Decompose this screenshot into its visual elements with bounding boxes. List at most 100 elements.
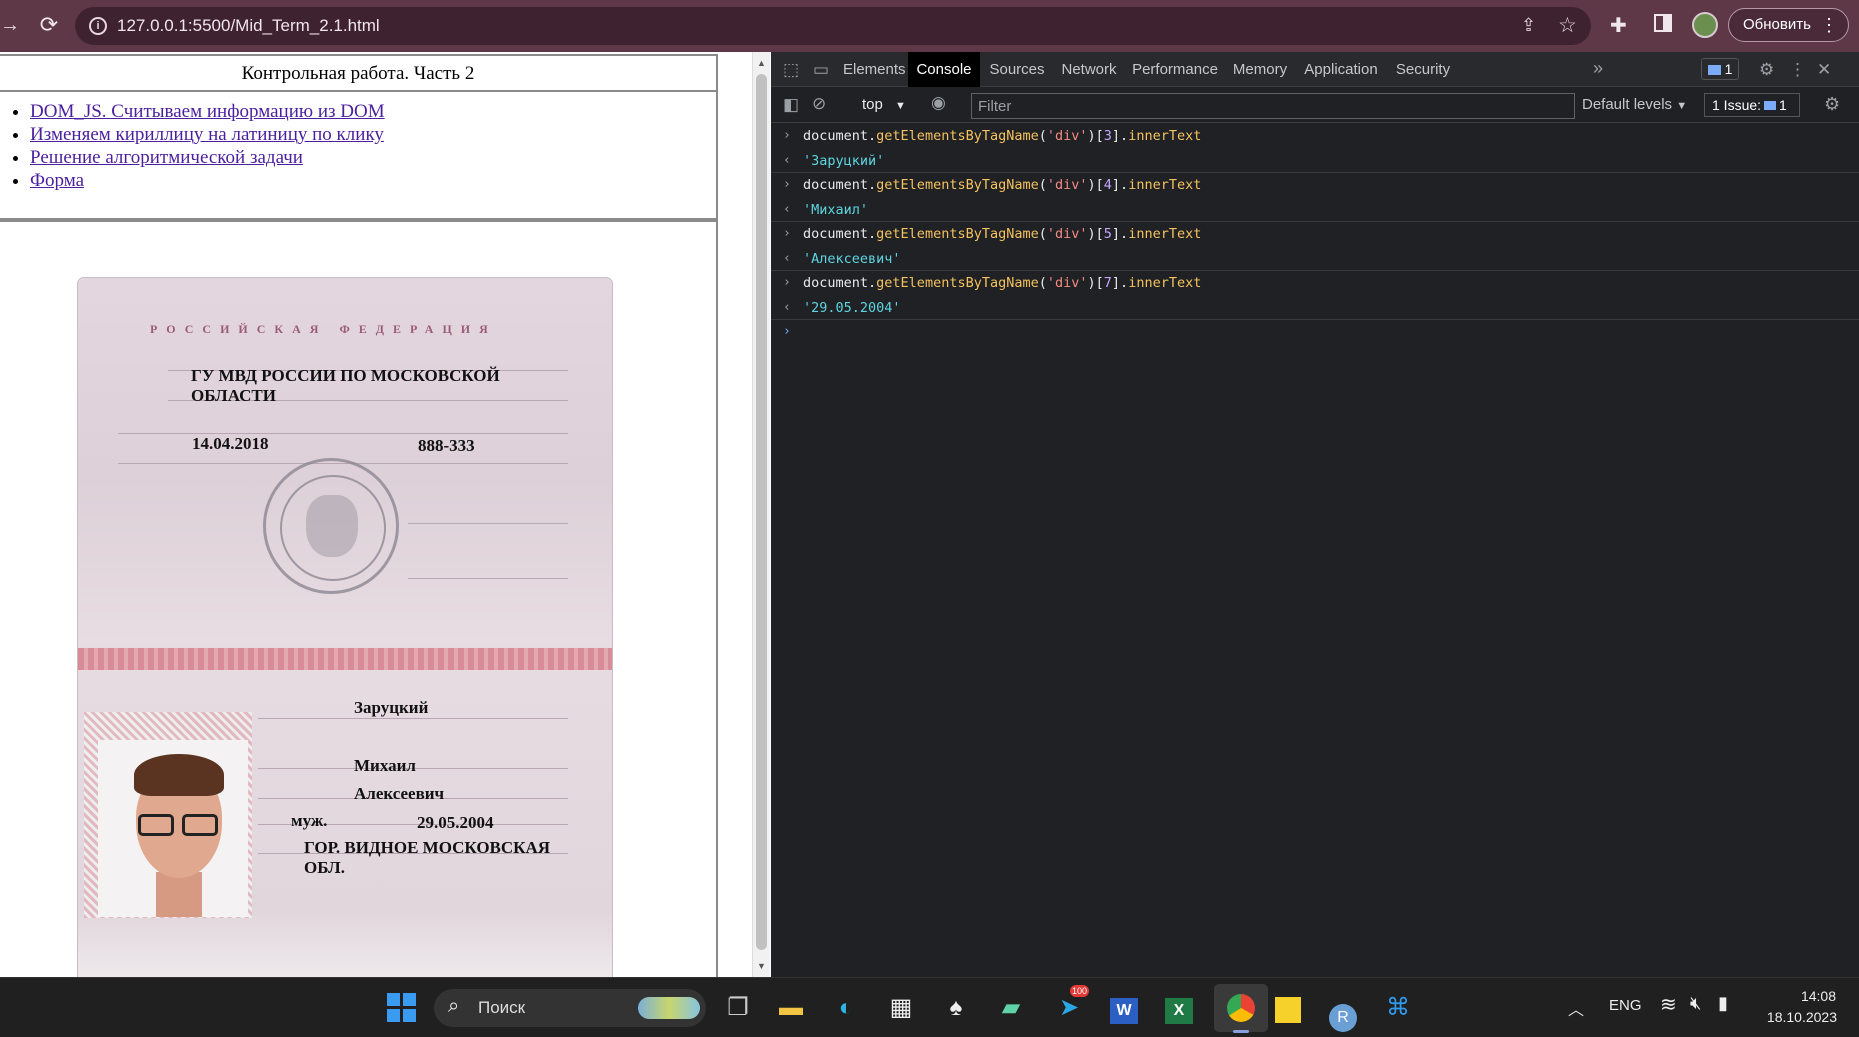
- console-settings-icon[interactable]: ⚙: [1824, 94, 1840, 115]
- volume-muted-icon[interactable]: 🔇︎: [1690, 993, 1701, 1014]
- sticky-notes-icon[interactable]: [1267, 987, 1309, 1029]
- code-index: 7: [1103, 275, 1112, 291]
- console-input-row[interactable]: › document.getElementsByTagName('div')[7]…: [771, 271, 1859, 296]
- share-icon[interactable]: ⇪: [1521, 15, 1536, 36]
- nav-list: DOM_JS. Считываем информацию из DOM Изме…: [30, 100, 385, 192]
- vscode-icon[interactable]: ⌘: [1377, 987, 1419, 1029]
- taskbar-search[interactable]: ⌕ Поиск: [434, 989, 706, 1027]
- app-icon[interactable]: ▰: [990, 987, 1032, 1029]
- nav-link-cyrillic-to-latin[interactable]: Изменяем кириллицу на латиницу по клику: [30, 124, 384, 145]
- devtools-menu-icon[interactable]: ⋮: [1789, 60, 1806, 80]
- scrollbar-thumb[interactable]: [756, 74, 767, 950]
- nav-link-algorithm[interactable]: Решение алгоритмической задачи: [30, 147, 303, 168]
- more-tabs-icon[interactable]: »: [1593, 58, 1603, 79]
- file-explorer-icon[interactable]: ▬: [770, 987, 812, 1029]
- microsoft-store-icon[interactable]: ▦: [880, 987, 922, 1029]
- console-result: 'Заруцкий': [803, 152, 885, 169]
- solitaire-icon[interactable]: ♠: [935, 987, 977, 1029]
- tab-console[interactable]: Console: [908, 52, 980, 87]
- search-highlight-image: [638, 997, 700, 1019]
- passport-line: [258, 718, 568, 719]
- battery-icon[interactable]: ▮: [1718, 993, 1728, 1014]
- nav-link-dom-js[interactable]: DOM_JS. Считываем информацию из DOM: [30, 101, 385, 122]
- tab-memory[interactable]: Memory: [1229, 52, 1291, 87]
- code-object: document: [803, 128, 869, 144]
- passport-birth-place: ГОР. ВИДНОЕ МОСКОВСКАЯ ОБЛ.: [304, 838, 551, 877]
- console-result: 'Алексеевич': [803, 250, 901, 267]
- url-text[interactable]: 127.0.0.1:5500/Mid_Term_2.1.html: [117, 16, 380, 36]
- update-button[interactable]: Обновить ⋮: [1728, 8, 1849, 42]
- extensions-puzzle-icon[interactable]: ✚: [1610, 13, 1627, 38]
- profile-avatar[interactable]: [1692, 12, 1718, 38]
- start-windows-icon[interactable]: [381, 987, 423, 1029]
- passport-seal: [263, 458, 399, 594]
- chrome-icon[interactable]: [1220, 987, 1262, 1029]
- console-toolbar: ◧ ⊘ top ▼ ◉ Default levels ▼ 1 Issue: 1 ⚙: [771, 87, 1859, 123]
- passport-birth-date: 29.05.2004: [417, 813, 494, 832]
- close-icon[interactable]: ✕: [1817, 60, 1831, 80]
- console-input-row[interactable]: › document.getElementsByTagName('div')[5]…: [771, 222, 1859, 247]
- bookmark-star-icon[interactable]: ☆: [1558, 13, 1577, 38]
- console-result-row: ‹ 'Алексеевич': [771, 247, 1859, 271]
- scroll-up-icon[interactable]: ▲: [757, 58, 766, 68]
- live-expression-eye-icon[interactable]: ◉: [931, 93, 946, 113]
- tab-security[interactable]: Security: [1390, 52, 1456, 87]
- page-title: Контрольная работа. Часть 2: [241, 63, 475, 84]
- telegram-icon[interactable]: ➤ 100: [1048, 985, 1090, 1029]
- context-select[interactable]: top ▼: [862, 93, 906, 118]
- sidebar-toggle-icon[interactable]: ◧: [783, 95, 799, 115]
- word-icon[interactable]: W: [1103, 987, 1145, 1029]
- tab-application[interactable]: Application: [1298, 52, 1384, 87]
- passport-line: [408, 578, 568, 579]
- site-info-icon[interactable]: i: [89, 17, 107, 35]
- console-command: document.getElementsByTagName('div')[5].…: [803, 226, 1202, 242]
- code-object: document: [803, 177, 869, 193]
- excel-icon[interactable]: X: [1158, 987, 1200, 1029]
- kebab-menu-icon[interactable]: ⋮: [1820, 9, 1838, 41]
- clear-console-icon[interactable]: ⊘: [812, 94, 826, 114]
- code-string-arg: 'div': [1046, 128, 1088, 144]
- code-string-arg: 'div': [1046, 275, 1088, 291]
- messages-badge[interactable]: 1: [1701, 58, 1739, 80]
- active-indicator: [1233, 1030, 1249, 1033]
- language-indicator[interactable]: ENG: [1609, 997, 1642, 1014]
- nav-link-form[interactable]: Форма: [30, 170, 84, 191]
- console-result-row: ‹ 'Михаил': [771, 198, 1859, 222]
- chevron-right-icon: ›: [783, 275, 791, 290]
- page-scrollbar[interactable]: ▲ ▼: [752, 52, 770, 977]
- console-input-row[interactable]: › document.getElementsByTagName('div')[3]…: [771, 124, 1859, 149]
- inspect-element-icon[interactable]: ⬚: [783, 60, 799, 80]
- chevron-right-icon: ›: [783, 226, 791, 241]
- wifi-icon[interactable]: ≋: [1660, 992, 1677, 1017]
- address-bar[interactable]: i 127.0.0.1:5500/Mid_Term_2.1.html ⇪ ☆: [75, 7, 1591, 45]
- forward-icon[interactable]: →: [0, 14, 20, 38]
- tab-elements[interactable]: Elements: [843, 52, 906, 87]
- issues-label: 1 Issue:: [1712, 97, 1762, 113]
- clock-date[interactable]: 18.10.2023: [1761, 1009, 1837, 1025]
- devtools-tabbar: ⬚ ▭ Elements Console Sources Network Per…: [771, 52, 1859, 87]
- console-prompt[interactable]: ›: [771, 320, 1859, 345]
- edge-icon[interactable]: ◐: [825, 987, 867, 1029]
- messages-count: 1: [1724, 61, 1733, 77]
- console-filter-input[interactable]: [971, 93, 1575, 119]
- settings-gear-icon[interactable]: ⚙: [1759, 60, 1774, 80]
- scroll-down-icon[interactable]: ▼: [757, 961, 766, 971]
- log-levels-dropdown[interactable]: Default levels ▼: [1582, 93, 1687, 118]
- console-input-row[interactable]: › document.getElementsByTagName('div')[4]…: [771, 173, 1859, 198]
- chevron-right-icon: ›: [783, 177, 791, 192]
- tab-network[interactable]: Network: [1056, 52, 1122, 87]
- tab-sources[interactable]: Sources: [986, 52, 1048, 87]
- code-property: innerText: [1128, 226, 1202, 242]
- tab-performance[interactable]: Performance: [1127, 52, 1223, 87]
- issues-button[interactable]: 1 Issue: 1: [1704, 93, 1800, 117]
- windows-taskbar: ⌕ Поиск ❐ ▬ ◐ ▦ ♠ ▰ ➤ 100 W X R ⌘ ︿ ENG ≋…: [0, 977, 1859, 1037]
- console-result-row: ‹ 'Заруцкий': [771, 149, 1859, 173]
- clock-time[interactable]: 14:08: [1798, 988, 1836, 1004]
- r-app-icon[interactable]: R: [1322, 987, 1364, 1032]
- reload-icon[interactable]: ⟳: [36, 12, 62, 38]
- context-value: top: [862, 96, 883, 113]
- device-toolbar-icon[interactable]: ▭: [813, 60, 829, 80]
- tray-chevron-up-icon[interactable]: ︿: [1568, 996, 1584, 1020]
- task-view-icon[interactable]: ❐: [717, 987, 759, 1029]
- side-panel-icon[interactable]: [1654, 14, 1672, 32]
